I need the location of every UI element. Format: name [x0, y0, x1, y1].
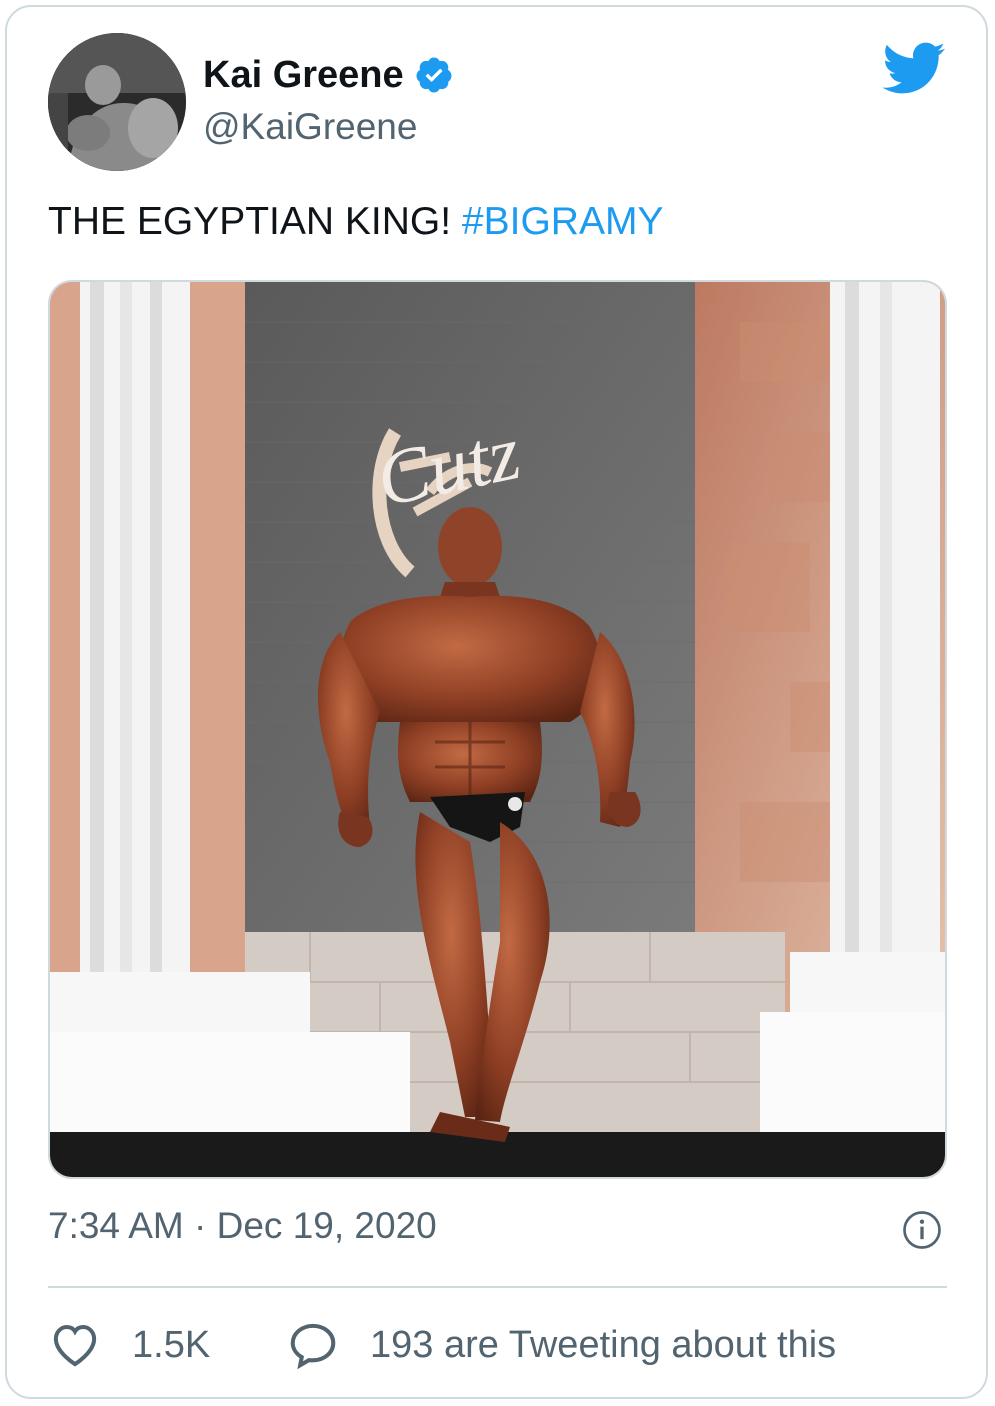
twitter-bird-icon[interactable]	[880, 40, 946, 96]
bodybuilder-photo: Cutz	[50, 282, 945, 1177]
info-icon[interactable]	[902, 1210, 942, 1250]
conversation-link[interactable]: 193 are Tweeting about this	[286, 1318, 836, 1372]
like-count: 1.5K	[132, 1323, 211, 1366]
author-name[interactable]: Kai Greene	[203, 54, 404, 97]
author-name-row[interactable]: Kai Greene	[203, 52, 454, 98]
verified-badge-icon	[416, 57, 452, 93]
divider	[48, 1286, 947, 1288]
author-handle[interactable]: @KaiGreene	[203, 106, 417, 148]
hashtag-link[interactable]: #BIGRAMY	[462, 200, 664, 243]
speech-bubble-icon	[290, 1323, 336, 1370]
tweet-text: THE EGYPTIAN KING! #BIGRAMY	[48, 200, 663, 244]
tweet-timestamp[interactable]: 7:34 AM · Dec 19, 2020	[48, 1205, 437, 1247]
like-button[interactable]: 1.5K	[48, 1318, 210, 1372]
avatar[interactable]	[48, 33, 186, 171]
avatar-image	[48, 33, 186, 171]
heart-icon	[53, 1324, 97, 1367]
tweet-body: THE EGYPTIAN KING!	[48, 200, 462, 243]
tweet-media-photo[interactable]: Cutz	[48, 280, 947, 1179]
conversation-text: 193 are Tweeting about this	[370, 1323, 837, 1366]
